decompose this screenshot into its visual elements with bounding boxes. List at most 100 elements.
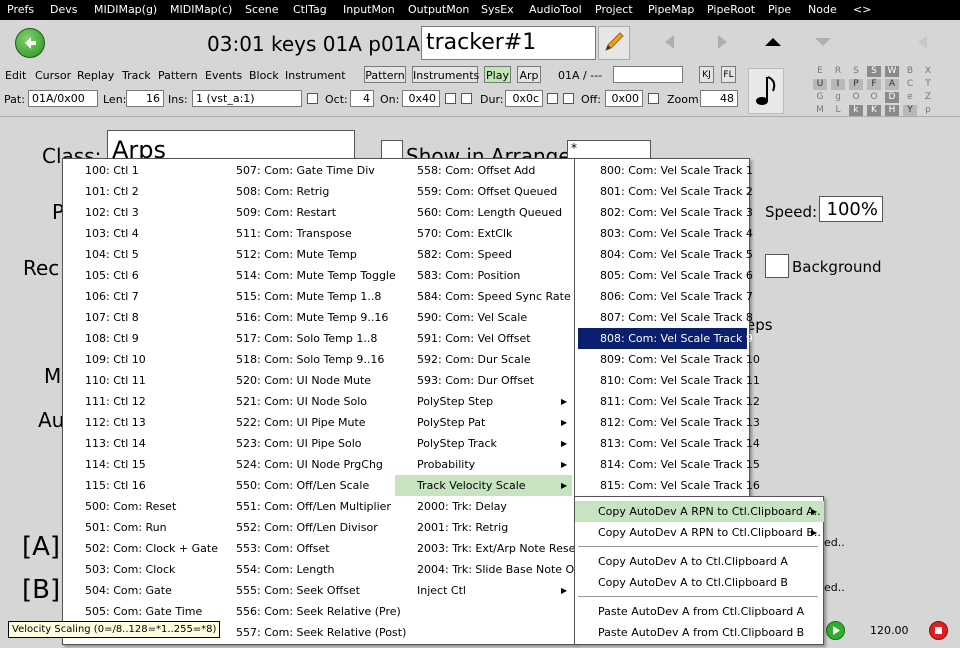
instruments-button[interactable]: Instruments [412, 66, 479, 83]
menu-item[interactable]: 105: Ctl 6 [85, 265, 139, 286]
menubar-item[interactable]: Prefs [7, 3, 34, 16]
menubar-item[interactable]: PipeMap [648, 3, 694, 16]
ins-checkbox[interactable] [307, 93, 318, 104]
menu-item[interactable]: 502: Com: Clock + Gate [85, 538, 218, 559]
submenu-item[interactable]: 810: Com: Vel Scale Track 11 [600, 370, 760, 391]
down-arrow-icon[interactable] [813, 35, 833, 49]
shortcut-key[interactable]: G [813, 92, 827, 103]
menu-item[interactable]: 2000: Trk: Delay [417, 496, 507, 517]
menu-item[interactable]: 108: Ctl 9 [85, 328, 139, 349]
menu-item[interactable]: 503: Com: Clock [85, 559, 175, 580]
menu-item[interactable]: 101: Ctl 2 [85, 181, 139, 202]
menu-item[interactable]: 2003: Trk: Ext/Arp Note Reset [417, 538, 580, 559]
submenu-item[interactable]: 806: Com: Vel Scale Track 7 [600, 286, 753, 307]
menubar-item[interactable]: Devs [50, 3, 77, 16]
clipboard-menu-item[interactable]: Copy AutoDev A RPN to Ctl.Clipboard A.. [575, 501, 824, 522]
speaker-arrow-icon[interactable] [913, 33, 933, 51]
submenu-item[interactable]: 805: Com: Vel Scale Track 6 [600, 265, 753, 286]
oct-field[interactable]: 4 [350, 90, 374, 107]
menu-item[interactable]: PolyStep Pat [417, 412, 485, 433]
stop-circle-icon[interactable] [929, 621, 948, 640]
menubar-item[interactable]: InputMon [343, 3, 395, 16]
menu-item[interactable]: 591: Com: Vel Offset [417, 328, 531, 349]
shortcut-key[interactable]: O [849, 92, 863, 103]
shortcut-key[interactable]: R [831, 66, 845, 77]
shortcut-key[interactable]: E [813, 66, 827, 77]
menu-item[interactable]: 505: Com: Gate Time [85, 601, 202, 622]
clipboard-menu-item[interactable]: Copy AutoDev A to Ctl.Clipboard A [598, 551, 788, 572]
menu-item[interactable]: 554: Com: Length [236, 559, 334, 580]
submenu-item[interactable]: 814: Com: Vel Scale Track 15 [600, 454, 760, 475]
menu-item[interactable]: 553: Com: Offset [236, 538, 330, 559]
dur-checkbox-1[interactable] [547, 93, 558, 104]
show-arranger-select[interactable]: * [567, 140, 651, 160]
submenu-item[interactable]: 809: Com: Vel Scale Track 10 [600, 349, 760, 370]
submenu-item[interactable]: 803: Com: Vel Scale Track 4 [600, 223, 753, 244]
menu-item[interactable]: 512: Com: Mute Temp [236, 244, 357, 265]
menu-item[interactable]: 509: Com: Restart [236, 202, 336, 223]
shortcut-key[interactable]: p [921, 105, 935, 116]
clipboard-menu-item[interactable]: Copy AutoDev A RPN to Ctl.Clipboard B.. [598, 522, 821, 543]
menubar-item[interactable]: Node [808, 3, 837, 16]
pattern-name-field[interactable]: tracker#1 [421, 26, 596, 60]
submenu-item[interactable]: 812: Com: Vel Scale Track 13 [600, 412, 760, 433]
menu-item[interactable]: 115: Ctl 16 [85, 475, 146, 496]
menu-item[interactable]: 550: Com: Off/Len Scale [236, 475, 369, 496]
menu-item[interactable]: 2004: Trk: Slide Base Note Off [417, 559, 582, 580]
menu-item[interactable]: 100: Ctl 1 [85, 160, 139, 181]
clipboard-menu-item[interactable]: Paste AutoDev A from Ctl.Clipboard B [598, 622, 804, 643]
menubar-item[interactable]: Project [595, 3, 633, 16]
menubar-item[interactable]: MIDIMap(c) [170, 3, 232, 16]
menubar-item[interactable]: <> [853, 3, 871, 16]
menu-item[interactable]: 524: Com: UI Node PrgChg [236, 454, 383, 475]
position-field[interactable] [613, 66, 683, 83]
back-arrow-icon[interactable] [15, 28, 45, 58]
shortcut-key[interactable]: T [921, 79, 935, 90]
pencil-edit-icon[interactable] [598, 26, 630, 60]
shortcut-key[interactable]: Y [903, 105, 917, 116]
submenu-item[interactable]: 804: Com: Vel Scale Track 5 [600, 244, 753, 265]
menu-item[interactable]: 584: Com: Speed Sync Rate [417, 286, 571, 307]
on-checkbox-1[interactable] [445, 93, 456, 104]
menu-item[interactable]: 516: Com: Mute Temp 9..16 [236, 307, 388, 328]
kj-button[interactable]: KJ [699, 66, 714, 83]
submenu-item[interactable]: 800: Com: Vel Scale Track 1 [600, 160, 753, 181]
menu-item[interactable]: 582: Com: Speed [417, 244, 512, 265]
menu-item[interactable]: 102: Ctl 3 [85, 202, 139, 223]
submenu-item[interactable]: 807: Com: Vel Scale Track 8 [600, 307, 753, 328]
menu-item[interactable]: 103: Ctl 4 [85, 223, 139, 244]
prev-arrow-icon[interactable] [660, 33, 680, 51]
editor-menu-item[interactable]: Edit [5, 69, 26, 82]
shortcut-key[interactable]: X [921, 66, 935, 77]
shortcut-key[interactable]: L [831, 105, 845, 116]
shortcut-key[interactable]: H [885, 105, 899, 116]
menu-item[interactable]: PolyStep Step [417, 391, 493, 412]
shortcut-key[interactable]: e [903, 92, 917, 103]
menu-item[interactable]: 110: Ctl 11 [85, 370, 146, 391]
submenu-item[interactable]: 815: Com: Vel Scale Track 16 [600, 475, 760, 496]
menubar-item[interactable]: Scene [245, 3, 279, 16]
menu-item[interactable]: 508: Com: Retrig [236, 181, 329, 202]
shortcut-key[interactable]: O [867, 92, 881, 103]
arp-button[interactable]: Arp [517, 66, 541, 83]
menu-item[interactable]: 590: Com: Vel Scale [417, 307, 527, 328]
play-button[interactable]: Play [484, 66, 511, 83]
menu-item[interactable]: 507: Com: Gate Time Div [236, 160, 375, 181]
menu-item[interactable]: 557: Com: Seek Relative (Post) [236, 622, 406, 643]
submenu-item[interactable]: 802: Com: Vel Scale Track 3 [600, 202, 753, 223]
zoom-field[interactable]: 48 [700, 90, 738, 107]
menu-item[interactable]: 109: Ctl 10 [85, 349, 146, 370]
shortcut-key[interactable]: B [903, 66, 917, 77]
menu-item[interactable]: 111: Ctl 12 [85, 391, 146, 412]
next-arrow-icon[interactable] [712, 33, 732, 51]
shortcut-key[interactable]: S [867, 66, 881, 77]
menu-item[interactable]: 583: Com: Position [417, 265, 520, 286]
menu-item[interactable]: Inject Ctl [417, 580, 466, 601]
shortcut-key[interactable]: F [867, 79, 881, 90]
menu-item[interactable]: 552: Com: Off/Len Divisor [236, 517, 378, 538]
menu-item[interactable]: 551: Com: Off/Len Multiplier [236, 496, 391, 517]
shortcut-key[interactable]: A [885, 79, 899, 90]
menu-item[interactable]: 2001: Trk: Retrig [417, 517, 508, 538]
submenu-item[interactable]: 808: Com: Vel Scale Track 9 [578, 328, 753, 349]
menu-item[interactable]: 112: Ctl 13 [85, 412, 146, 433]
